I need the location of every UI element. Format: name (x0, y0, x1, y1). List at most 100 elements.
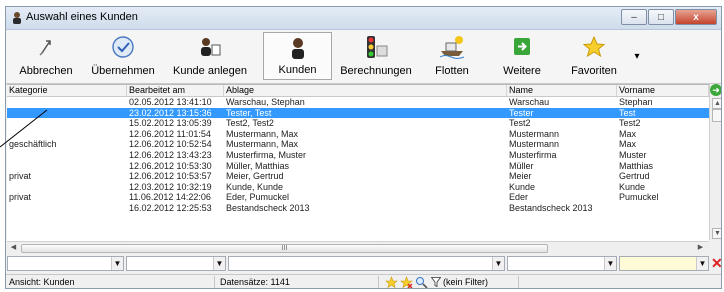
cell-name: Musterfirma (509, 149, 557, 160)
cell-edited: 11.06.2012 14:22:06 (129, 192, 211, 203)
cell-category (7, 129, 127, 140)
status-bar: Ansicht: Kunden Datensätze: 1141 (kein F… (6, 274, 721, 289)
green-arrow-icon[interactable]: ➜ (710, 84, 721, 96)
scroll-left-icon[interactable]: ◀ (9, 243, 18, 252)
cancel-button[interactable]: Abbrechen (8, 32, 84, 80)
status-record-count: Datensätze: 1141 (220, 277, 290, 287)
filter-edited[interactable]: ▼ (126, 256, 226, 271)
status-filter: (kein Filter) (443, 277, 489, 287)
cancel-icon (39, 40, 51, 56)
filter-firstname[interactable]: ▼ (619, 256, 709, 271)
column-header-name[interactable]: ▽Name (507, 85, 617, 96)
search-icon[interactable] (415, 276, 428, 289)
favorites-button[interactable]: Favoriten (563, 32, 625, 80)
table-row[interactable]: 16.02.2012 12:25:53 Bestandscheck 2013 Bes… (7, 203, 709, 214)
cell-category (7, 150, 127, 161)
filter-icon[interactable] (431, 277, 441, 287)
accept-label: Übernehmen (91, 65, 155, 77)
create-customer-button[interactable]: Kunde anlegen (162, 32, 258, 80)
cell-edited: 23.02.2012 13:15:36 (129, 107, 212, 118)
filter-category[interactable]: ▼ (7, 256, 124, 271)
cell-name: Tester (509, 107, 534, 118)
accept-button[interactable]: Übernehmen (86, 32, 160, 80)
vertical-scrollbar[interactable]: ▲ ▼ (709, 84, 721, 240)
customer-selection-window: Auswahl eines Kunden – □ x Abbrechen Übe… (5, 6, 722, 289)
cell-edited: 12.06.2012 11:01:54 (129, 128, 211, 139)
toolbar-more-dropdown[interactable]: ▾ (628, 32, 646, 80)
cell-edited: 12.06.2012 10:53:30 (129, 160, 212, 171)
calculations-button[interactable]: Berechnungen (336, 32, 416, 80)
table-row[interactable]: 23.02.2012 13:15:36 Tester, Test Tester Tes… (7, 107, 709, 119)
cell-storage: Kunde, Kunde (226, 181, 284, 192)
chevron-down-icon: ▼ (492, 257, 504, 270)
calculations-label: Berechnungen (340, 65, 412, 77)
filter-storage[interactable]: ▼ (228, 256, 505, 271)
chevron-down-icon: ▼ (111, 257, 123, 270)
maximize-button[interactable]: □ (648, 9, 674, 25)
table-row[interactable]: 12.06.2012 11:01:54 Mustermann, Max Muster… (7, 129, 709, 140)
person-icon (291, 38, 304, 59)
horizontal-scrollbar[interactable]: ◀ III ▶ (7, 241, 709, 254)
cell-name: Kunde (509, 181, 536, 192)
scroll-up-icon[interactable]: ▲ (712, 98, 721, 109)
fleets-button[interactable]: Flotten (419, 32, 485, 80)
next-button[interactable]: Weitere (488, 32, 556, 80)
table-row[interactable]: 12.06.2012 10:53:30 Müller, Matthias Mülle… (7, 161, 709, 172)
cell-category: privat (9, 171, 32, 182)
customers-button[interactable]: Kunden (263, 32, 332, 80)
favorites-label: Favoriten (571, 65, 617, 77)
fleets-label: Flotten (435, 65, 469, 77)
scroll-right-icon[interactable]: ▶ (696, 243, 705, 252)
cell-storage: Musterfirma, Muster (226, 149, 307, 160)
cell-edited: 15.02.2012 13:05:39 (129, 118, 212, 129)
traffic-light-icon (367, 36, 388, 58)
star-filter-icon[interactable] (385, 276, 398, 289)
cell-firstname: Kunde (619, 181, 646, 192)
toolbar: Abbrechen Übernehmen Kunde anlegen Kunde… (6, 30, 721, 84)
cell-firstname: Max (619, 139, 637, 150)
cell-name: Meier (509, 171, 532, 182)
cell-name: Müller (509, 160, 534, 171)
cell-firstname: Matthias (619, 160, 654, 171)
scroll-thumb[interactable] (712, 109, 721, 122)
cell-storage: Eder, Pumuckel (226, 192, 290, 203)
app-person-icon (13, 12, 21, 24)
column-header-firstname[interactable]: Vorname (617, 85, 709, 96)
clear-filter-icon[interactable]: ✕ (711, 256, 721, 271)
cell-storage: Tester, Test (226, 107, 272, 118)
table-row[interactable]: 12.06.2012 13:43:23 Musterfirma, Muster Mu… (7, 150, 709, 161)
table-row[interactable]: 12.03.2012 10:32:19 Kunde, Kunde Kunde Kund… (7, 182, 709, 193)
cell-name: Mustermann (509, 139, 560, 150)
cell-edited: 16.02.2012 12:25:53 (129, 202, 212, 213)
table-row[interactable]: 15.02.2012 13:05:39 Test2, Test2 Test2 Test… (7, 118, 709, 129)
table-row[interactable]: privat 12.06.2012 10:53:57 Meier, Gertrud M… (7, 171, 709, 182)
cell-firstname (617, 203, 709, 214)
cell-firstname: Gertrud (619, 171, 650, 182)
cell-category (7, 182, 127, 193)
title-bar: Auswahl eines Kunden – □ x (6, 7, 721, 30)
close-button[interactable]: x (675, 9, 717, 25)
table-row[interactable]: geschäftlich 12.06.2012 10:52:54 Musterman… (7, 139, 709, 150)
column-header-edited[interactable]: Bearbeitet am (127, 85, 224, 96)
minimize-button[interactable]: – (621, 9, 647, 25)
column-header-category[interactable]: Kategorie (7, 85, 127, 96)
status-view: Ansicht: Kunden (9, 277, 75, 287)
create-customer-label: Kunde anlegen (172, 65, 247, 77)
cell-category (7, 97, 127, 108)
cancel-label: Abbrechen (19, 65, 73, 77)
scroll-down-icon[interactable]: ▼ (712, 228, 721, 239)
cell-storage: Warschau, Stephan (226, 97, 305, 107)
cell-storage: Mustermann, Max (226, 128, 299, 139)
star-remove-icon[interactable] (400, 276, 413, 289)
column-header-storage[interactable]: Ablage (224, 85, 507, 96)
filter-name[interactable]: ▼ (507, 256, 617, 271)
cell-storage: Test2, Test2 (226, 118, 274, 129)
customer-table: Kategorie Bearbeitet am Ablage ▽Name Vor… (7, 84, 709, 241)
cell-storage: Müller, Matthias (226, 160, 290, 171)
filter-row: ▼ ▼ ▼ ▼ ▼ ✕ (7, 256, 721, 272)
table-row[interactable]: privat 11.06.2012 14:22:06 Eder, Pumuckel E… (7, 192, 709, 203)
table-row[interactable]: 02.05.2012 13:41:10 Warschau, Stephan Wars… (7, 97, 709, 108)
horizontal-scroll-thumb[interactable]: III (21, 244, 548, 253)
table-header: Kategorie Bearbeitet am Ablage ▽Name Vor… (7, 85, 709, 97)
cell-name: Test2 (509, 118, 531, 129)
